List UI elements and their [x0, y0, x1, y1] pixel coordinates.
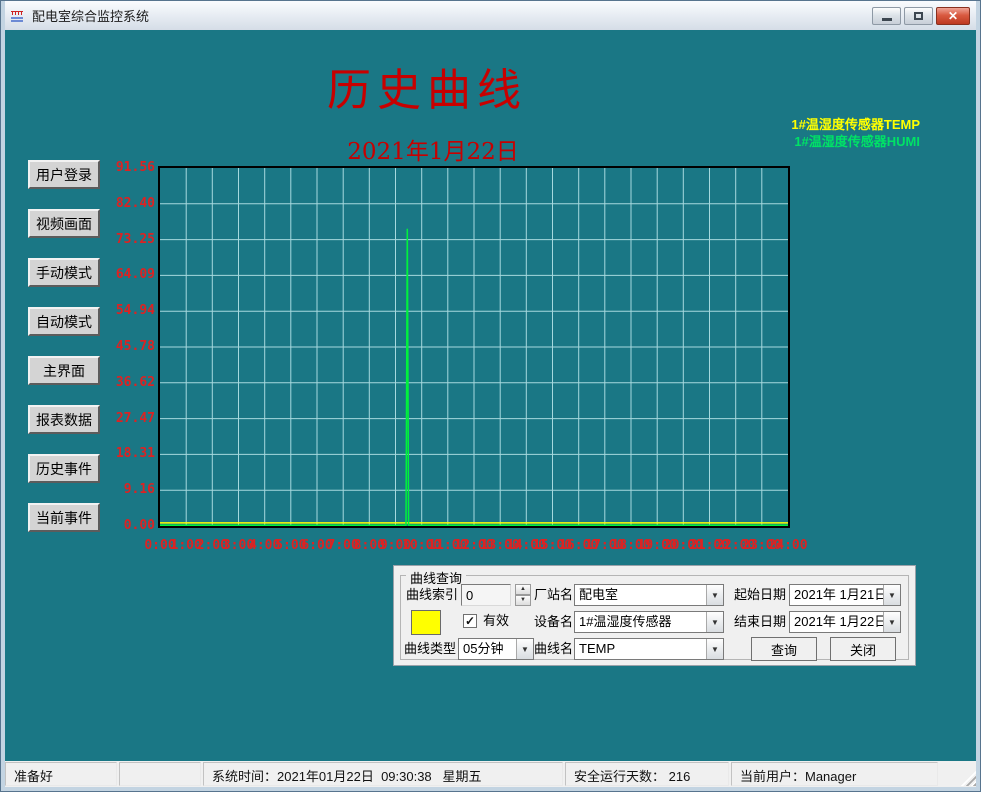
start-date-value: 2021年 1月21日 — [790, 585, 883, 605]
main-canvas: 历史曲线 2021年1月22日 1#温湿度传感器TEMP 1#温湿度传感器HUM… — [5, 30, 976, 761]
sidebar-button-6[interactable]: 报表数据 — [28, 405, 100, 434]
sidebar-button-7[interactable]: 历史事件 — [28, 454, 100, 483]
y-axis: 91.5682.4073.2564.0954.9445.7836.6227.47… — [107, 168, 155, 526]
minimize-button[interactable] — [872, 7, 901, 25]
page-title: 历史曲线 — [327, 54, 527, 118]
valid-label: 有效 — [483, 610, 509, 632]
y-axis-label: 9.16 — [124, 482, 155, 497]
end-date-label: 结束日期 — [734, 611, 786, 633]
station-label: 厂站名 — [534, 584, 573, 606]
app-icon — [10, 8, 26, 24]
device-value: 1#温湿度传感器 — [575, 612, 706, 632]
curve-query-panel: 曲线查询 曲线索引 ▲ ▼ 厂站名 配电室 ▼ 起始日期 2021年 1月21日… — [393, 565, 916, 666]
curve-name-value: TEMP — [575, 639, 706, 659]
sidebar-button-2[interactable]: 视频画面 — [28, 209, 100, 238]
y-axis-label: 64.09 — [116, 267, 155, 282]
plot-area — [158, 166, 790, 528]
close-button[interactable]: ✕ — [936, 7, 970, 25]
window-controls: ✕ — [872, 7, 970, 25]
y-axis-label: 36.62 — [116, 375, 155, 390]
statusbar: 准备好 系统时间：2021年01月22日 09:30:38 星期五 安全运行天数… — [5, 761, 976, 787]
y-axis-label: 27.47 — [116, 411, 155, 426]
station-select[interactable]: 配电室 ▼ — [574, 584, 724, 606]
maximize-button[interactable] — [904, 7, 933, 25]
end-date-select[interactable]: 2021年 1月22日 ▼ — [789, 611, 901, 633]
station-value: 配电室 — [575, 585, 706, 605]
current-user-text: 当前用户：Manager — [740, 769, 856, 784]
chevron-down-icon[interactable]: ▼ — [706, 585, 723, 605]
status-uptime-days: 安全运行天数： 216 — [565, 762, 729, 786]
chevron-down-icon[interactable]: ▼ — [706, 639, 723, 659]
chevron-down-icon[interactable]: ▼ — [516, 639, 533, 659]
y-axis-label: 18.31 — [116, 446, 155, 461]
device-select[interactable]: 1#温湿度传感器 ▼ — [574, 611, 724, 633]
sidebar-button-1[interactable]: 用户登录 — [28, 160, 100, 189]
chevron-down-icon[interactable]: ▼ — [883, 612, 900, 632]
y-axis-label: 45.78 — [116, 339, 155, 354]
start-date-select[interactable]: 2021年 1月21日 ▼ — [789, 584, 901, 606]
system-time-text: 系统时间：2021年01月22日 09:30:38 星期五 — [212, 769, 482, 784]
curve-color-swatch[interactable] — [411, 610, 441, 635]
chevron-down-icon[interactable]: ▼ — [883, 585, 900, 605]
status-current-user: 当前用户：Manager — [731, 762, 938, 786]
spin-up-icon[interactable]: ▲ — [515, 584, 531, 595]
curve-name-label: 曲线名 — [534, 638, 573, 660]
y-axis-label: 54.94 — [116, 303, 155, 318]
x-axis: 0:001:002:003:004:005:006:007:008:009:00… — [160, 538, 788, 556]
status-system-time: 系统时间：2021年01月22日 09:30:38 星期五 — [203, 762, 563, 786]
y-axis-label: 91.56 — [116, 160, 155, 175]
end-date-value: 2021年 1月22日 — [790, 612, 883, 632]
spin-down-icon[interactable]: ▼ — [515, 595, 531, 606]
curve-index-input[interactable] — [461, 584, 511, 606]
resize-grip[interactable] — [961, 771, 976, 786]
sidebar-button-8[interactable]: 当前事件 — [28, 503, 100, 532]
valid-checkbox[interactable]: ✓ — [463, 614, 477, 628]
curve-type-label: 曲线类型 — [404, 638, 456, 660]
legend-item-humi: 1#温湿度传感器HUMI — [791, 133, 920, 150]
panel-close-button[interactable]: 关闭 — [830, 637, 896, 661]
sidebar-button-3[interactable]: 手动模式 — [28, 258, 100, 287]
uptime-days-text: 安全运行天数： 216 — [574, 769, 690, 784]
curve-type-select[interactable]: 05分钟 ▼ — [458, 638, 534, 660]
window-title: 配电室综合监控系统 — [32, 6, 149, 25]
sidebar: 用户登录视频画面手动模式自动模式主界面报表数据历史事件当前事件 — [28, 160, 100, 532]
curve-index-spinner: ▲ ▼ — [515, 584, 531, 606]
y-axis-label: 73.25 — [116, 232, 155, 247]
chart-legend: 1#温湿度传感器TEMP 1#温湿度传感器HUMI — [791, 116, 920, 150]
sidebar-button-5[interactable]: 主界面 — [28, 356, 100, 385]
close-icon: ✕ — [948, 9, 958, 23]
status-ready: 准备好 — [5, 762, 117, 786]
chart-date: 2021年1月22日 — [347, 132, 518, 166]
legend-item-temp: 1#温湿度传感器TEMP — [791, 116, 920, 133]
x-axis-label: 24:00 — [768, 538, 807, 553]
curve-type-value: 05分钟 — [459, 639, 516, 659]
chevron-down-icon[interactable]: ▼ — [706, 612, 723, 632]
query-button[interactable]: 查询 — [751, 637, 817, 661]
status-empty — [119, 762, 201, 786]
y-axis-label: 82.40 — [116, 196, 155, 211]
maximize-icon — [914, 12, 923, 20]
titlebar: 配电室综合监控系统 ✕ — [5, 1, 976, 30]
status-ready-text: 准备好 — [14, 769, 53, 784]
curve-name-select[interactable]: TEMP ▼ — [574, 638, 724, 660]
minimize-icon — [882, 18, 892, 21]
device-label: 设备名 — [534, 611, 573, 633]
y-axis-label: 0.00 — [124, 518, 155, 533]
sidebar-button-4[interactable]: 自动模式 — [28, 307, 100, 336]
curve-index-label: 曲线索引 — [406, 584, 458, 606]
app-window: 配电室综合监控系统 ✕ 历史曲线 2021年1月22日 1#温湿度传感器TEMP… — [0, 0, 981, 792]
start-date-label: 起始日期 — [734, 584, 786, 606]
